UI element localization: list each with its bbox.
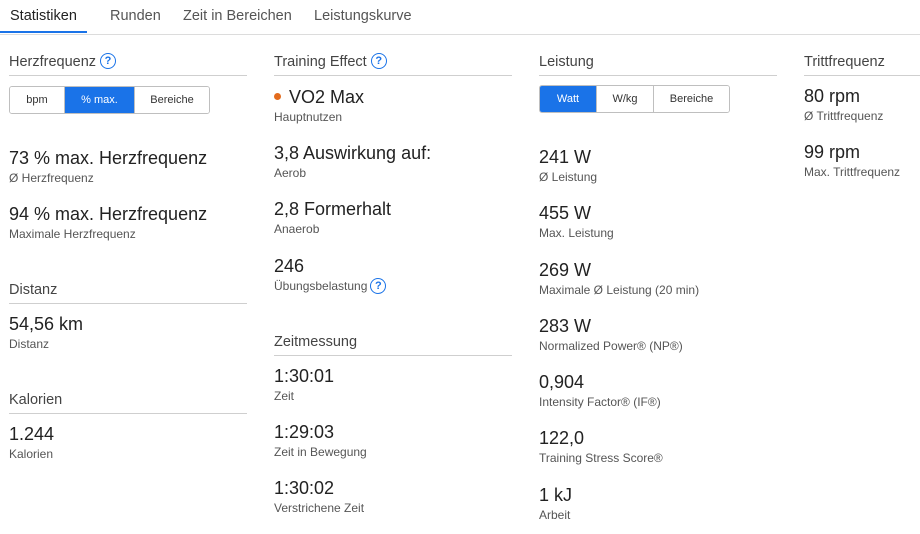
tab-bar: Statistiken Runden Zeit in Bereichen Lei… — [0, 0, 920, 35]
tab-zeit-in-bereichen[interactable]: Zeit in Bereichen — [183, 0, 292, 33]
aerob-label: Aerob — [274, 166, 307, 180]
unit-watt-button[interactable]: Watt — [540, 86, 597, 112]
distanz-header: Distanz — [9, 282, 247, 304]
leistung-header: Leistung — [539, 54, 777, 76]
power-unit-toggle: Watt W/kg Bereiche — [539, 85, 730, 113]
power-value: 269 W — [539, 260, 592, 280]
avg-heart-rate-label: Ø Herzfrequenz — [9, 171, 94, 185]
power-label: Normalized Power® (NP®) — [539, 339, 683, 353]
power-stat: 455 W Max. Leistung — [539, 203, 614, 240]
kalorien-section: Kalorien — [9, 392, 247, 414]
herzfrequenz-section: Herzfrequenz? — [9, 53, 247, 76]
kalorien-value: 1.244 — [9, 424, 55, 444]
avg-cadence-value: 80 rpm — [804, 86, 861, 106]
distanz-stat: 54,56 km Distanz — [9, 314, 83, 351]
trittfrequenz-section: Trittfrequenz — [804, 54, 920, 76]
training-effect-header: Training Effect? — [274, 53, 512, 76]
training-load-value: 246 — [274, 256, 305, 276]
avg-cadence: 80 rpm Ø Trittfrequenz — [804, 86, 883, 123]
power-value: 283 W — [539, 316, 592, 336]
help-icon[interactable]: ? — [370, 278, 387, 294]
tab-leistungskurve[interactable]: Leistungskurve — [314, 0, 412, 33]
kalorien-header: Kalorien — [9, 392, 247, 414]
max-heart-rate: 94 % max. Herzfrequenz Maximale Herzfreq… — [9, 204, 207, 241]
training-effect-title: Training Effect — [274, 54, 367, 70]
power-stat: 283 W Normalized Power® (NP®) — [539, 316, 683, 353]
max-cadence-label: Max. Trittfrequenz — [804, 165, 901, 179]
power-stat: 122,0 Training Stress Score® — [539, 428, 663, 465]
power-stat: 241 W Ø Leistung — [539, 147, 597, 184]
zeit-label: Zeit — [274, 389, 295, 403]
zeit-stat: 1:30:01 Zeit — [274, 366, 334, 403]
anaerob-value: 2,8 Formerhalt — [274, 199, 392, 219]
unit-bpm-button[interactable]: bpm — [10, 87, 65, 113]
herzfrequenz-header: Herzfrequenz? — [9, 53, 247, 76]
power-label: Training Stress Score® — [539, 451, 663, 465]
avg-heart-rate-value: 73 % max. Herzfrequenz — [9, 148, 208, 168]
power-value: 0,904 — [539, 372, 585, 392]
power-stat: 0,904 Intensity Factor® (IF®) — [539, 372, 661, 409]
power-value: 455 W — [539, 203, 592, 223]
unit-bereiche-button[interactable]: Bereiche — [654, 86, 729, 112]
max-heart-rate-value: 94 % max. Herzfrequenz — [9, 204, 208, 224]
anaerob-label: Anaerob — [274, 222, 320, 236]
elapsed-time-value: 1:30:02 — [274, 478, 335, 498]
power-value: 122,0 — [539, 428, 585, 448]
kalorien-stat: 1.244 Kalorien — [9, 424, 54, 461]
unit-wkg-button[interactable]: W/kg — [597, 86, 654, 112]
max-heart-rate-label: Maximale Herzfrequenz — [9, 227, 136, 241]
avg-heart-rate: 73 % max. Herzfrequenz Ø Herzfrequenz — [9, 148, 207, 185]
status-dot-icon — [274, 92, 281, 100]
avg-cadence-label: Ø Trittfrequenz — [804, 109, 884, 123]
primary-benefit: VO2 Max Hauptnutzen — [274, 87, 364, 124]
power-stat: 269 W Maximale Ø Leistung (20 min) — [539, 260, 699, 297]
moving-time-stat: 1:29:03 Zeit in Bewegung — [274, 422, 367, 459]
distanz-value: 54,56 km — [9, 314, 84, 334]
power-label: Intensity Factor® (IF®) — [539, 395, 661, 409]
moving-time-label: Zeit in Bewegung — [274, 445, 367, 459]
training-effect-section: Training Effect? — [274, 53, 512, 76]
max-cadence: 99 rpm Max. Trittfrequenz — [804, 142, 900, 179]
help-icon[interactable]: ? — [100, 53, 117, 70]
zeit-value: 1:30:01 — [274, 366, 335, 386]
tab-statistiken[interactable]: Statistiken — [0, 0, 87, 33]
tab-runden[interactable]: Runden — [110, 0, 161, 33]
trittfrequenz-header: Trittfrequenz — [804, 54, 920, 76]
power-label: Max. Leistung — [539, 226, 614, 240]
anaerob-effect: 2,8 Formerhalt Anaerob — [274, 199, 391, 236]
elapsed-time-label: Verstrichene Zeit — [274, 501, 365, 515]
leistung-section: Leistung — [539, 54, 777, 76]
power-label: Maximale Ø Leistung (20 min) — [539, 283, 700, 297]
training-load-label: Übungsbelastung — [274, 279, 368, 294]
max-cadence-value: 99 rpm — [804, 142, 861, 162]
aerob-effect: 3,8 Auswirkung auf: Aerob — [274, 143, 431, 180]
power-value: 1 kJ — [539, 485, 573, 505]
power-value: 241 W — [539, 147, 592, 167]
primary-benefit-label: Hauptnutzen — [274, 110, 343, 124]
zeitmessung-section: Zeitmessung — [274, 334, 512, 356]
zeitmessung-header: Zeitmessung — [274, 334, 512, 356]
kalorien-label: Kalorien — [9, 447, 54, 461]
elapsed-time-stat: 1:30:02 Verstrichene Zeit — [274, 478, 364, 515]
unit-bereiche-button[interactable]: Bereiche — [135, 87, 209, 113]
distanz-label: Distanz — [9, 337, 50, 351]
heart-rate-unit-toggle: bpm % max. Bereiche — [9, 86, 210, 114]
power-label: Arbeit — [539, 508, 571, 522]
herzfrequenz-title: Herzfrequenz — [9, 54, 97, 70]
primary-benefit-value: VO2 Max — [289, 87, 365, 107]
distanz-section: Distanz — [9, 282, 247, 304]
training-load: 246 Übungsbelastung? — [274, 256, 387, 295]
unit-percent-max-button[interactable]: % max. — [65, 87, 135, 113]
power-label: Ø Leistung — [539, 170, 598, 184]
help-icon[interactable]: ? — [370, 53, 387, 70]
moving-time-value: 1:29:03 — [274, 422, 335, 442]
aerob-value: 3,8 Auswirkung auf: — [274, 143, 432, 163]
power-stat: 1 kJ Arbeit — [539, 485, 572, 522]
